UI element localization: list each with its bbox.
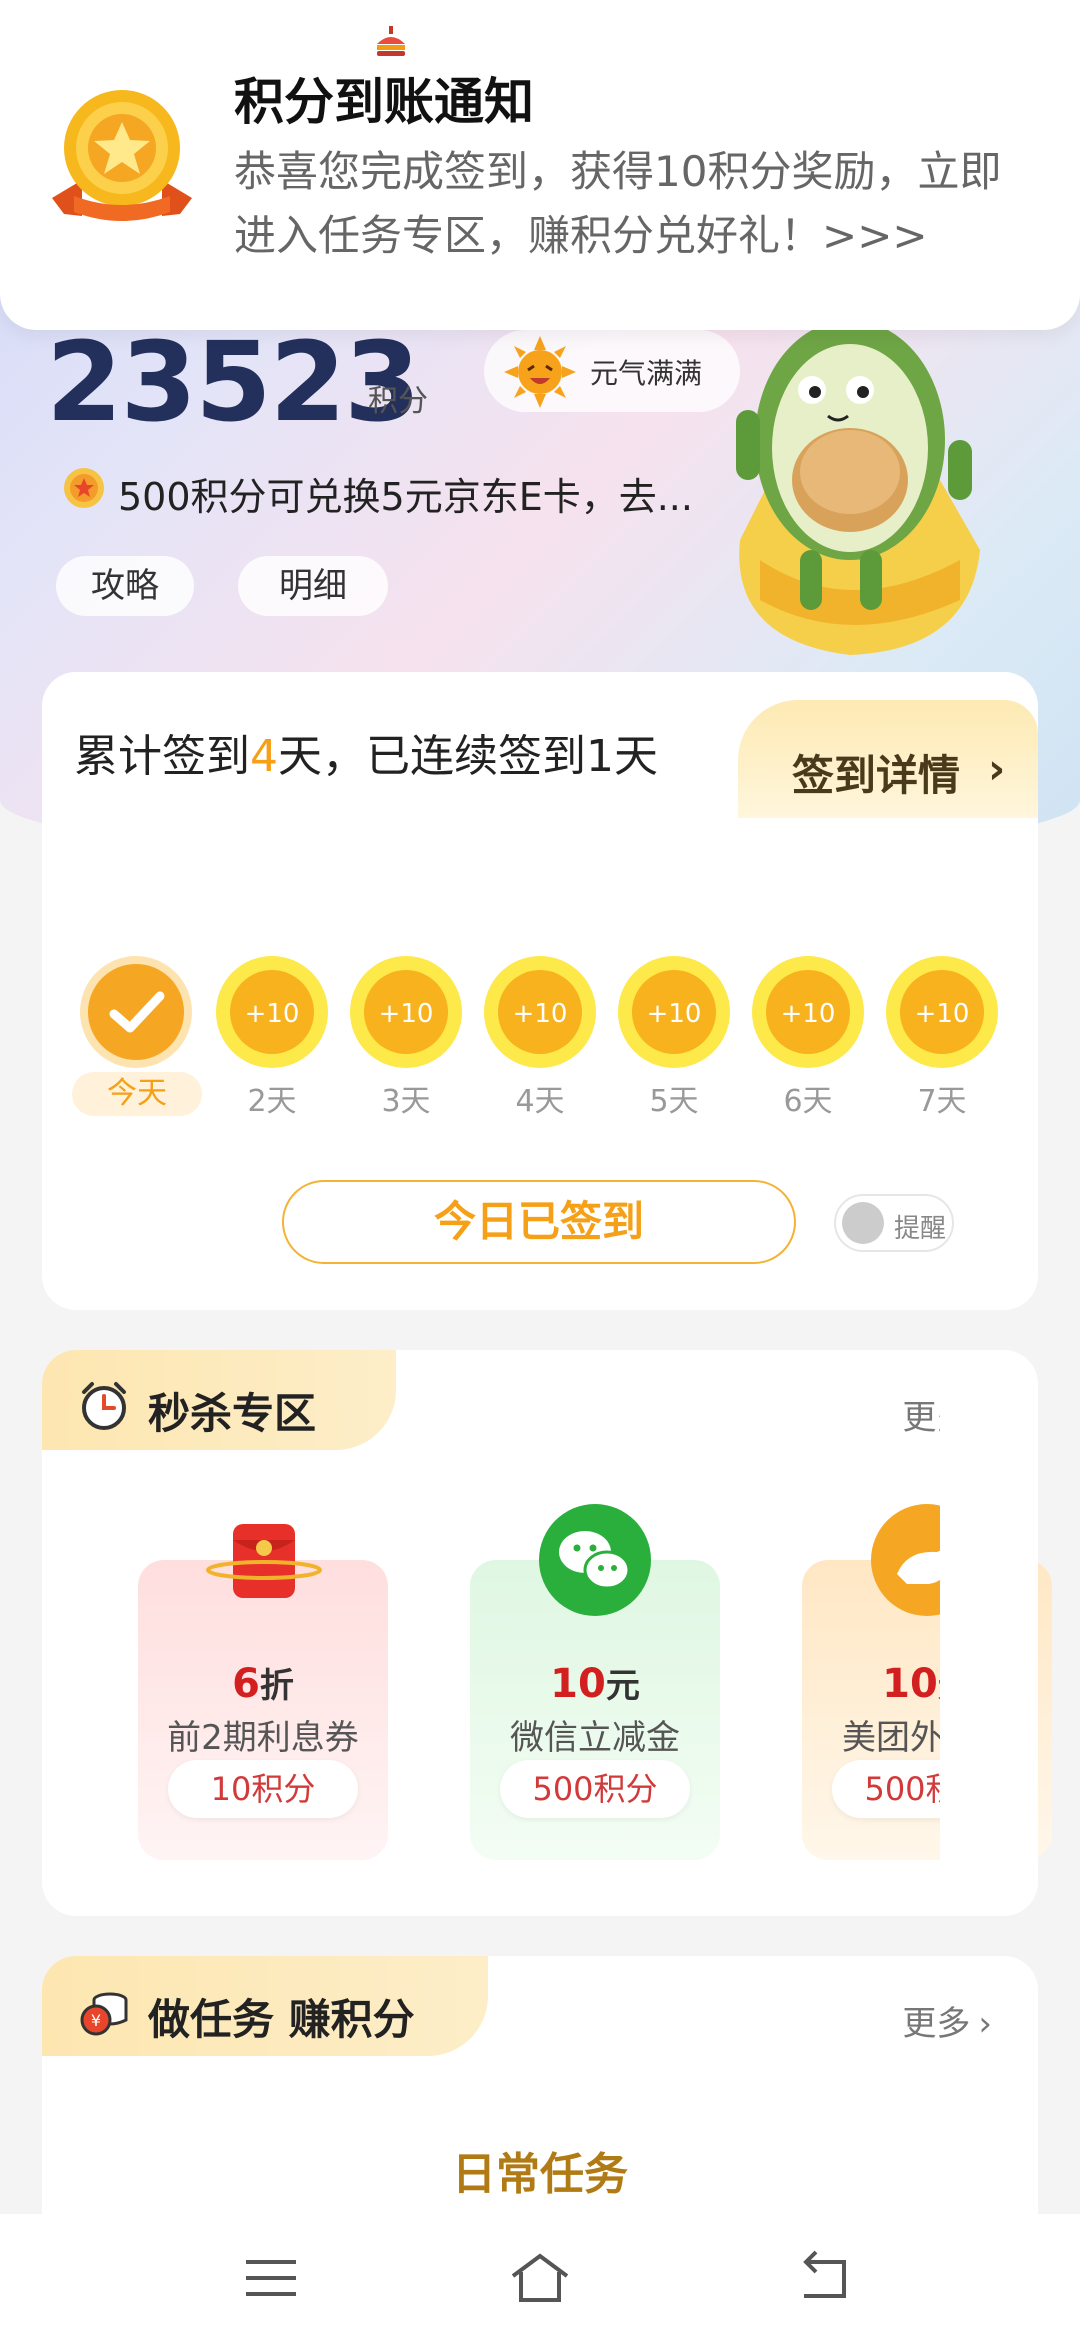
coin-reward: +10 bbox=[647, 999, 702, 1029]
wechat-icon bbox=[539, 1504, 651, 1616]
burger-icon bbox=[377, 26, 405, 56]
sign-in-card: 累计签到4天，已连续签到1天 签到详情 › 今天 +10 2天 +10 3天 +… bbox=[42, 672, 1038, 1310]
red-envelope-icon bbox=[206, 1524, 322, 1598]
flash-sale-title: 秒杀专区 bbox=[148, 1389, 317, 1438]
day-coin: +10 bbox=[350, 956, 462, 1068]
tasks-header: ¥ 做任务 赚积分 bbox=[42, 1956, 488, 2056]
points-balance: 23523 bbox=[46, 318, 421, 446]
deal-name: 前2期利息券 bbox=[167, 1718, 359, 1758]
avocado-mascot-illustration bbox=[736, 320, 980, 655]
day-label: 2天 bbox=[247, 1084, 297, 1119]
carousel-edge-mask bbox=[940, 1390, 1038, 1910]
deal-card[interactable]: 6折 前2期利息券 10积分 bbox=[138, 1524, 388, 1860]
back-icon[interactable] bbox=[788, 2248, 858, 2308]
sign-in-summary: 累计签到4天，已连续签到1天 bbox=[74, 731, 658, 782]
mood-label: 元气满满 bbox=[590, 357, 703, 390]
deal-value: 6折 bbox=[232, 1661, 294, 1707]
strategy-pill[interactable]: 攻略 bbox=[56, 556, 194, 616]
day-label: 5天 bbox=[649, 1084, 699, 1119]
coin-reward: +10 bbox=[781, 999, 836, 1029]
remind-label: 提醒 bbox=[894, 1214, 947, 1244]
day-label: 今天 bbox=[72, 1072, 202, 1116]
redeem-tip[interactable]: 500积分可兑换5元京东E卡，去... bbox=[118, 466, 693, 521]
details-pill[interactable]: 明细 bbox=[238, 556, 388, 616]
system-navigation-bar bbox=[0, 2214, 1080, 2340]
flash-sale-card: 秒杀专区 更多› 6折 前2期利息券 10积分 10元 微信立减金 500积分 bbox=[42, 1350, 1052, 1916]
day-label: 6天 bbox=[783, 1084, 833, 1119]
flash-sale-header: 秒杀专区 bbox=[42, 1350, 396, 1450]
day-coin: +10 bbox=[886, 956, 998, 1068]
sun-emoji-icon bbox=[504, 336, 576, 408]
coin-reward: +10 bbox=[379, 999, 434, 1029]
remind-toggle[interactable]: 提醒 bbox=[834, 1194, 954, 1252]
tasks-title: 做任务 赚积分 bbox=[148, 1995, 415, 2044]
deal-value: 10元 bbox=[550, 1661, 640, 1707]
coin-reward: +10 bbox=[245, 999, 300, 1029]
chevron-right-icon: › bbox=[988, 744, 1006, 793]
tasks-more-link[interactable]: 更多 › bbox=[902, 1996, 992, 2045]
sign-in-details-button[interactable]: 签到详情 › bbox=[738, 700, 1038, 818]
deal-price-button[interactable]: 500积分 bbox=[500, 1760, 690, 1818]
signed-today-button[interactable]: 今日已签到 bbox=[282, 1180, 796, 1264]
day-coin: +10 bbox=[752, 956, 864, 1068]
deal-card[interactable]: 10元 微信立减金 500积分 bbox=[470, 1504, 720, 1860]
coins-icon: ¥ bbox=[80, 1992, 128, 2036]
day-coin-signed bbox=[80, 956, 192, 1068]
notification-title: 积分到账通知 bbox=[234, 73, 534, 131]
day-coin: +10 bbox=[484, 956, 596, 1068]
sign-in-details-label: 签到详情 bbox=[792, 751, 961, 800]
notification-body: 恭喜您完成签到，获得10积分奖励，立即进入任务专区，赚积分兑好礼！>>> bbox=[234, 147, 1002, 260]
coin-icon bbox=[64, 468, 104, 508]
day-label: 3天 bbox=[381, 1084, 431, 1119]
more-label: 更多 bbox=[902, 2004, 971, 2044]
day-coin: +10 bbox=[618, 956, 730, 1068]
day-coin: +10 bbox=[216, 956, 328, 1068]
deal-price-button[interactable]: 10积分 bbox=[168, 1760, 358, 1818]
coin-reward: +10 bbox=[915, 999, 970, 1029]
deal-name: 微信立减金 bbox=[510, 1718, 680, 1758]
toggle-knob bbox=[842, 1202, 884, 1244]
menu-icon[interactable] bbox=[236, 2248, 306, 2308]
points-notification-banner[interactable]: 积分到账通知 恭喜您完成签到，获得10积分奖励，立即进入任务专区，赚积分兑好礼！… bbox=[0, 0, 1080, 330]
points-unit: 积分 bbox=[368, 384, 428, 419]
medal-icon bbox=[52, 90, 192, 221]
daily-tasks-heading: 日常任务 bbox=[452, 2149, 628, 2200]
day-label: 7天 bbox=[917, 1084, 967, 1119]
coin-reward: +10 bbox=[513, 999, 568, 1029]
home-icon[interactable] bbox=[505, 2248, 575, 2308]
alarm-clock-icon bbox=[82, 1382, 126, 1430]
day-label: 4天 bbox=[515, 1084, 565, 1119]
svg-text:¥: ¥ bbox=[91, 2011, 101, 2030]
chevron-right-icon: › bbox=[978, 2004, 992, 2044]
